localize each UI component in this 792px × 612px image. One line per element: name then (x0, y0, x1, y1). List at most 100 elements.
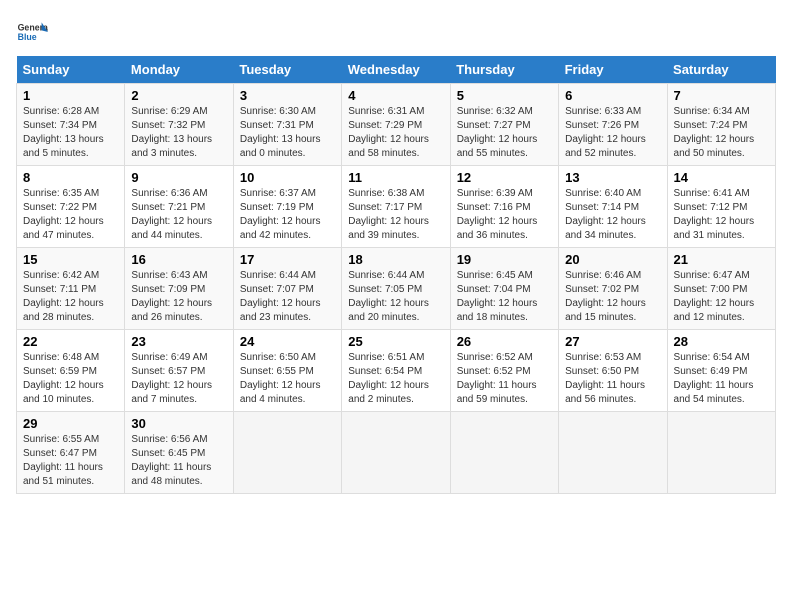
day-info: Sunrise: 6:43 AM Sunset: 7:09 PM Dayligh… (131, 269, 226, 325)
day-info: Sunrise: 6:33 AM Sunset: 7:26 PM Dayligh… (565, 105, 660, 161)
day-info: Sunrise: 6:50 AM Sunset: 6:55 PM Dayligh… (240, 351, 335, 407)
day-header-thursday: Thursday (450, 56, 558, 84)
day-info: Sunrise: 6:47 AM Sunset: 7:00 PM Dayligh… (674, 269, 769, 325)
day-number: 4 (348, 88, 443, 103)
day-header-monday: Monday (125, 56, 233, 84)
day-number: 5 (457, 88, 552, 103)
calendar-cell: 23 Sunrise: 6:49 AM Sunset: 6:57 PM Dayl… (125, 330, 233, 412)
day-number: 28 (674, 334, 769, 349)
calendar-cell: 12 Sunrise: 6:39 AM Sunset: 7:16 PM Dayl… (450, 166, 558, 248)
calendar-cell: 19 Sunrise: 6:45 AM Sunset: 7:04 PM Dayl… (450, 248, 558, 330)
day-info: Sunrise: 6:39 AM Sunset: 7:16 PM Dayligh… (457, 187, 552, 243)
day-info: Sunrise: 6:29 AM Sunset: 7:32 PM Dayligh… (131, 105, 226, 161)
calendar-cell (233, 412, 341, 494)
logo-icon: General Blue (16, 16, 48, 48)
calendar-cell: 7 Sunrise: 6:34 AM Sunset: 7:24 PM Dayli… (667, 84, 775, 166)
calendar-row: 1 Sunrise: 6:28 AM Sunset: 7:34 PM Dayli… (17, 84, 776, 166)
calendar-cell: 27 Sunrise: 6:53 AM Sunset: 6:50 PM Dayl… (559, 330, 667, 412)
day-header-sunday: Sunday (17, 56, 125, 84)
day-number: 1 (23, 88, 118, 103)
calendar-cell: 29 Sunrise: 6:55 AM Sunset: 6:47 PM Dayl… (17, 412, 125, 494)
day-number: 19 (457, 252, 552, 267)
svg-text:Blue: Blue (18, 32, 37, 42)
calendar-cell: 4 Sunrise: 6:31 AM Sunset: 7:29 PM Dayli… (342, 84, 450, 166)
calendar-cell: 11 Sunrise: 6:38 AM Sunset: 7:17 PM Dayl… (342, 166, 450, 248)
day-number: 26 (457, 334, 552, 349)
calendar-cell: 24 Sunrise: 6:50 AM Sunset: 6:55 PM Dayl… (233, 330, 341, 412)
calendar-cell: 9 Sunrise: 6:36 AM Sunset: 7:21 PM Dayli… (125, 166, 233, 248)
calendar-cell: 26 Sunrise: 6:52 AM Sunset: 6:52 PM Dayl… (450, 330, 558, 412)
day-info: Sunrise: 6:55 AM Sunset: 6:47 PM Dayligh… (23, 433, 118, 489)
day-info: Sunrise: 6:44 AM Sunset: 7:05 PM Dayligh… (348, 269, 443, 325)
calendar-cell: 6 Sunrise: 6:33 AM Sunset: 7:26 PM Dayli… (559, 84, 667, 166)
day-info: Sunrise: 6:41 AM Sunset: 7:12 PM Dayligh… (674, 187, 769, 243)
calendar-cell: 14 Sunrise: 6:41 AM Sunset: 7:12 PM Dayl… (667, 166, 775, 248)
calendar-row: 22 Sunrise: 6:48 AM Sunset: 6:59 PM Dayl… (17, 330, 776, 412)
day-number: 25 (348, 334, 443, 349)
day-info: Sunrise: 6:31 AM Sunset: 7:29 PM Dayligh… (348, 105, 443, 161)
day-info: Sunrise: 6:53 AM Sunset: 6:50 PM Dayligh… (565, 351, 660, 407)
calendar-table: SundayMondayTuesdayWednesdayThursdayFrid… (16, 56, 776, 494)
day-number: 16 (131, 252, 226, 267)
day-info: Sunrise: 6:37 AM Sunset: 7:19 PM Dayligh… (240, 187, 335, 243)
day-number: 23 (131, 334, 226, 349)
calendar-cell: 1 Sunrise: 6:28 AM Sunset: 7:34 PM Dayli… (17, 84, 125, 166)
calendar-cell: 28 Sunrise: 6:54 AM Sunset: 6:49 PM Dayl… (667, 330, 775, 412)
day-number: 21 (674, 252, 769, 267)
calendar-row: 15 Sunrise: 6:42 AM Sunset: 7:11 PM Dayl… (17, 248, 776, 330)
day-info: Sunrise: 6:38 AM Sunset: 7:17 PM Dayligh… (348, 187, 443, 243)
day-info: Sunrise: 6:40 AM Sunset: 7:14 PM Dayligh… (565, 187, 660, 243)
day-number: 20 (565, 252, 660, 267)
calendar-cell (667, 412, 775, 494)
day-number: 30 (131, 416, 226, 431)
calendar-cell: 22 Sunrise: 6:48 AM Sunset: 6:59 PM Dayl… (17, 330, 125, 412)
day-info: Sunrise: 6:46 AM Sunset: 7:02 PM Dayligh… (565, 269, 660, 325)
day-number: 11 (348, 170, 443, 185)
calendar-cell: 8 Sunrise: 6:35 AM Sunset: 7:22 PM Dayli… (17, 166, 125, 248)
day-info: Sunrise: 6:35 AM Sunset: 7:22 PM Dayligh… (23, 187, 118, 243)
calendar-cell: 18 Sunrise: 6:44 AM Sunset: 7:05 PM Dayl… (342, 248, 450, 330)
calendar-cell (450, 412, 558, 494)
day-header-saturday: Saturday (667, 56, 775, 84)
day-info: Sunrise: 6:49 AM Sunset: 6:57 PM Dayligh… (131, 351, 226, 407)
day-info: Sunrise: 6:56 AM Sunset: 6:45 PM Dayligh… (131, 433, 226, 489)
day-number: 8 (23, 170, 118, 185)
day-info: Sunrise: 6:42 AM Sunset: 7:11 PM Dayligh… (23, 269, 118, 325)
day-number: 27 (565, 334, 660, 349)
day-info: Sunrise: 6:36 AM Sunset: 7:21 PM Dayligh… (131, 187, 226, 243)
day-info: Sunrise: 6:32 AM Sunset: 7:27 PM Dayligh… (457, 105, 552, 161)
calendar-cell: 10 Sunrise: 6:37 AM Sunset: 7:19 PM Dayl… (233, 166, 341, 248)
day-number: 18 (348, 252, 443, 267)
day-number: 12 (457, 170, 552, 185)
day-number: 14 (674, 170, 769, 185)
day-info: Sunrise: 6:48 AM Sunset: 6:59 PM Dayligh… (23, 351, 118, 407)
calendar-cell: 30 Sunrise: 6:56 AM Sunset: 6:45 PM Dayl… (125, 412, 233, 494)
day-number: 24 (240, 334, 335, 349)
calendar-cell: 15 Sunrise: 6:42 AM Sunset: 7:11 PM Dayl… (17, 248, 125, 330)
calendar-cell: 13 Sunrise: 6:40 AM Sunset: 7:14 PM Dayl… (559, 166, 667, 248)
day-number: 13 (565, 170, 660, 185)
day-number: 7 (674, 88, 769, 103)
day-info: Sunrise: 6:44 AM Sunset: 7:07 PM Dayligh… (240, 269, 335, 325)
day-number: 2 (131, 88, 226, 103)
day-info: Sunrise: 6:28 AM Sunset: 7:34 PM Dayligh… (23, 105, 118, 161)
calendar-cell: 16 Sunrise: 6:43 AM Sunset: 7:09 PM Dayl… (125, 248, 233, 330)
calendar-cell: 25 Sunrise: 6:51 AM Sunset: 6:54 PM Dayl… (342, 330, 450, 412)
calendar-row: 8 Sunrise: 6:35 AM Sunset: 7:22 PM Dayli… (17, 166, 776, 248)
calendar-cell: 20 Sunrise: 6:46 AM Sunset: 7:02 PM Dayl… (559, 248, 667, 330)
day-info: Sunrise: 6:54 AM Sunset: 6:49 PM Dayligh… (674, 351, 769, 407)
day-number: 6 (565, 88, 660, 103)
day-info: Sunrise: 6:51 AM Sunset: 6:54 PM Dayligh… (348, 351, 443, 407)
day-info: Sunrise: 6:45 AM Sunset: 7:04 PM Dayligh… (457, 269, 552, 325)
day-number: 10 (240, 170, 335, 185)
day-number: 15 (23, 252, 118, 267)
day-info: Sunrise: 6:34 AM Sunset: 7:24 PM Dayligh… (674, 105, 769, 161)
calendar-cell: 5 Sunrise: 6:32 AM Sunset: 7:27 PM Dayli… (450, 84, 558, 166)
calendar-cell (559, 412, 667, 494)
logo: General Blue (16, 16, 48, 48)
day-header-friday: Friday (559, 56, 667, 84)
calendar-cell (342, 412, 450, 494)
day-number: 29 (23, 416, 118, 431)
day-number: 22 (23, 334, 118, 349)
day-number: 17 (240, 252, 335, 267)
